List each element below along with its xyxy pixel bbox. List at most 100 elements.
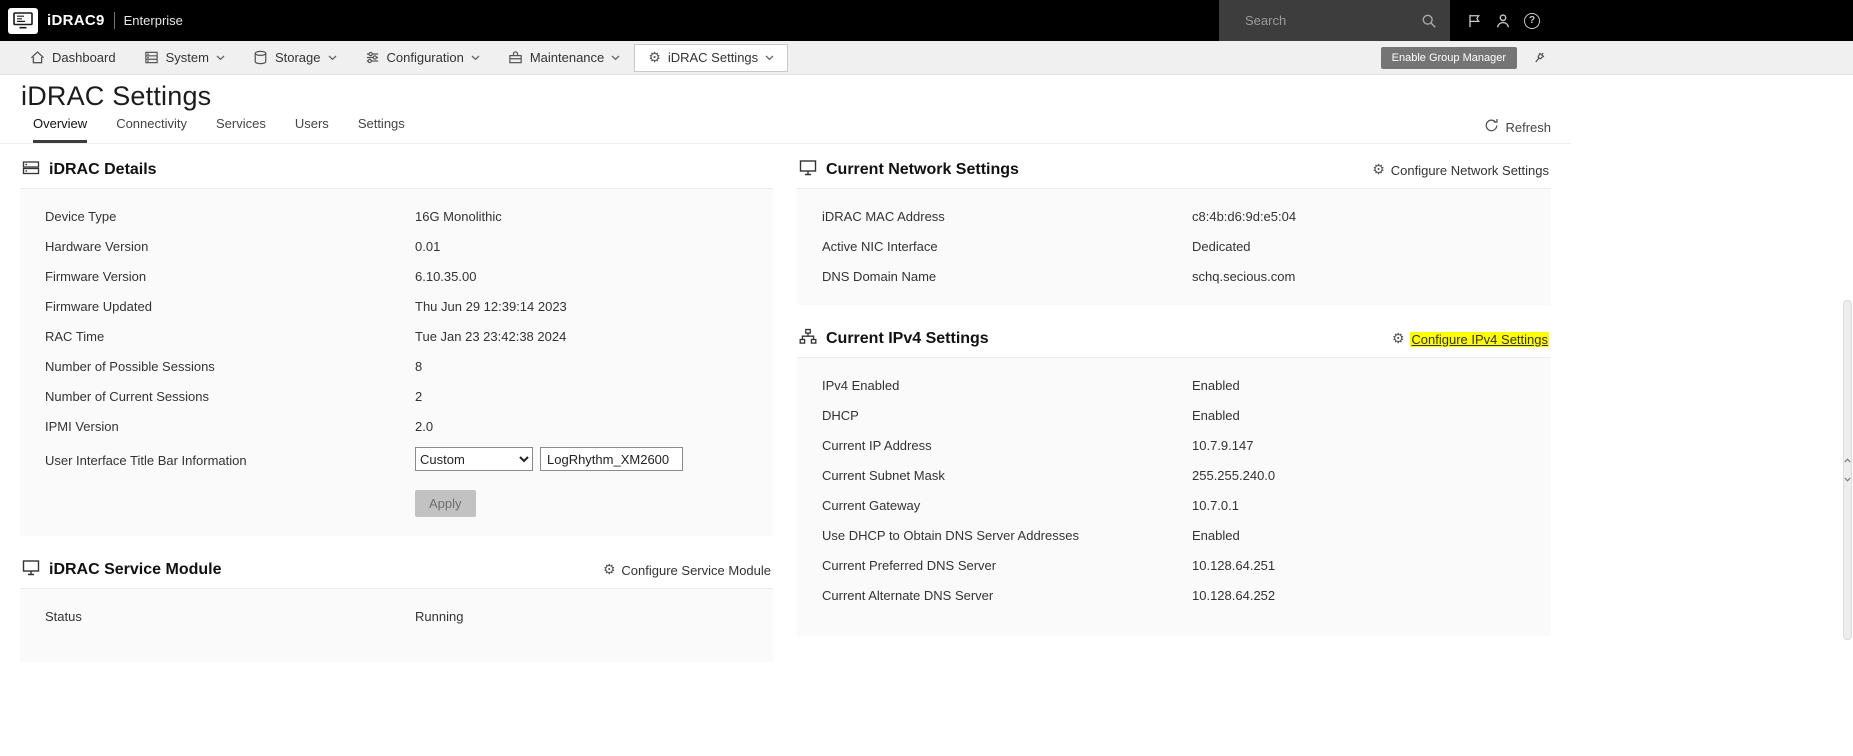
row-value: Running <box>415 609 464 624</box>
nav-label: Storage <box>274 50 321 65</box>
row-label: DNS Domain Name <box>822 269 937 284</box>
detail-row: Firmware Updated Thu Jun 29 12:39:14 202… <box>20 291 773 321</box>
nav-item-configuration[interactable]: Configuration <box>351 44 494 72</box>
row-value: Dedicated <box>1192 239 1251 254</box>
main-nav: Dashboard System Storage Configuration M… <box>0 41 1853 75</box>
row-label: Number of Current Sessions <box>45 389 210 404</box>
configure-ipv4-settings-label: Configure IPv4 Settings <box>1410 331 1549 347</box>
row-label: iDRAC MAC Address <box>822 209 945 224</box>
scroll-up-icon[interactable] <box>1844 458 1851 463</box>
detail-row: Current Alternate DNS Server 10.128.64.2… <box>797 580 1551 610</box>
row-label: DHCP <box>822 408 859 423</box>
help-icon[interactable]: ? <box>1524 12 1540 29</box>
nav-label: Dashboard <box>52 50 116 65</box>
row-value: Enabled <box>1192 408 1240 423</box>
user-icon[interactable] <box>1495 13 1511 29</box>
search-input[interactable] <box>1245 13 1421 28</box>
section-title: iDRAC Details <box>49 161 157 178</box>
configure-network-settings-link[interactable]: ⚙ Configure Network Settings <box>1372 163 1549 178</box>
nav-item-dashboard[interactable]: Dashboard <box>16 44 130 72</box>
tab-overview[interactable]: Overview <box>33 116 88 143</box>
row-value: Enabled <box>1192 528 1240 543</box>
tab-connectivity[interactable]: Connectivity <box>116 116 187 143</box>
service-module-rows: Status Running <box>20 601 773 631</box>
row-value: 2 <box>415 389 423 404</box>
row-value: 8 <box>415 359 423 374</box>
sitemap-icon <box>799 328 817 350</box>
detail-row: Current IP Address 10.7.9.147 <box>797 430 1551 460</box>
service-module-header: iDRAC Service Module ⚙ Configure Service… <box>20 552 773 588</box>
title-bar-info-row: User Interface Title Bar Information Cus… <box>20 441 773 477</box>
row-label: Status <box>45 609 82 624</box>
idrac-details-header: iDRAC Details <box>20 152 773 188</box>
network-settings-rows: iDRAC MAC Address c8:4b:d6:9d:e5:04 Acti… <box>797 201 1551 291</box>
row-label: Active NIC Interface <box>822 239 938 254</box>
title-bar-text-input[interactable] <box>540 447 683 471</box>
tab-settings[interactable]: Settings <box>358 116 405 143</box>
row-value: Enabled <box>1192 378 1240 393</box>
refresh-button[interactable]: Refresh <box>1484 118 1551 136</box>
chevron-down-icon <box>765 55 774 61</box>
section-title: Current Network Settings <box>826 161 1019 178</box>
row-value: 2.0 <box>415 419 434 434</box>
pin-icon[interactable] <box>1532 50 1547 65</box>
detail-row: Current Subnet Mask 255.255.240.0 <box>797 460 1551 490</box>
detail-row: RAC Time Tue Jan 23 23:42:38 2024 <box>20 321 773 351</box>
detail-row: Number of Possible Sessions 8 <box>20 351 773 381</box>
row-label: Hardware Version <box>45 239 149 254</box>
chevron-down-icon <box>216 55 225 61</box>
title-bar-mode-select[interactable]: Custom <box>415 447 533 471</box>
detail-row: Status Running <box>20 601 773 631</box>
row-label: Current Gateway <box>822 498 921 513</box>
page-title: iDRAC Settings <box>21 81 212 111</box>
nav-item-storage[interactable]: Storage <box>239 44 351 72</box>
left-column: iDRAC Details Device Type 16G Monolithic… <box>20 152 773 662</box>
scrollbar[interactable] <box>1843 300 1852 640</box>
section-title: iDRAC Service Module <box>49 561 222 578</box>
row-label: Number of Possible Sessions <box>45 359 215 374</box>
search-icon[interactable] <box>1421 13 1437 29</box>
detail-row: Use DHCP to Obtain DNS Server Addresses … <box>797 520 1551 550</box>
nav-item-idrac-settings[interactable]: ⚙ iDRAC Settings <box>634 43 789 72</box>
enable-group-manager-button[interactable]: Enable Group Manager <box>1380 46 1517 69</box>
apply-row: Apply <box>20 477 773 522</box>
nav-item-maintenance[interactable]: Maintenance <box>494 44 634 72</box>
server-details-icon <box>22 159 40 181</box>
row-label: Firmware Version <box>45 269 147 284</box>
refresh-label: Refresh <box>1505 119 1551 135</box>
gear-icon: ⚙ <box>1391 331 1405 347</box>
detail-row: Current Preferred DNS Server 10.128.64.2… <box>797 550 1551 580</box>
detail-row: DNS Domain Name schq.secious.com <box>797 261 1551 291</box>
brand-name: iDRAC9 <box>47 12 105 29</box>
search-box[interactable] <box>1219 0 1450 41</box>
row-value: Thu Jun 29 12:39:14 2023 <box>415 299 567 314</box>
detail-row: Current Gateway 10.7.0.1 <box>797 490 1551 520</box>
row-label: Use DHCP to Obtain DNS Server Addresses <box>822 528 1079 543</box>
row-label: IPv4 Enabled <box>822 378 900 393</box>
monitor-icon <box>22 559 40 581</box>
flag-icon[interactable] <box>1467 13 1482 29</box>
detail-row: DHCP Enabled <box>797 400 1551 430</box>
row-label: RAC Time <box>45 329 105 344</box>
brand-divider <box>113 12 115 29</box>
configure-ipv4-settings-link[interactable]: ⚙ Configure IPv4 Settings <box>1391 331 1549 347</box>
tab-users[interactable]: Users <box>295 116 329 143</box>
row-value: schq.secious.com <box>1192 269 1296 284</box>
row-value: 16G Monolithic <box>415 209 502 224</box>
detail-row: Firmware Version 6.10.35.00 <box>20 261 773 291</box>
configure-service-module-label: Configure Service Module <box>621 562 771 578</box>
row-label: User Interface Title Bar Information <box>45 452 247 468</box>
nav-label: Configuration <box>386 50 464 65</box>
nav-item-system[interactable]: System <box>130 44 239 72</box>
configure-service-module-link[interactable]: ⚙ Configure Service Module <box>603 563 771 578</box>
ipv4-settings-header: Current IPv4 Settings ⚙ Configure IPv4 S… <box>797 321 1551 357</box>
tab-services[interactable]: Services <box>216 116 266 143</box>
nav-label: System <box>165 50 209 65</box>
apply-button[interactable]: Apply <box>415 490 476 517</box>
detail-row: iDRAC MAC Address c8:4b:d6:9d:e5:04 <box>797 201 1551 231</box>
server-monitor-icon <box>13 12 33 29</box>
row-value: 0.01 <box>415 239 441 254</box>
sliders-icon <box>365 50 380 65</box>
refresh-icon <box>1484 118 1499 136</box>
scroll-down-icon[interactable] <box>1844 477 1851 482</box>
